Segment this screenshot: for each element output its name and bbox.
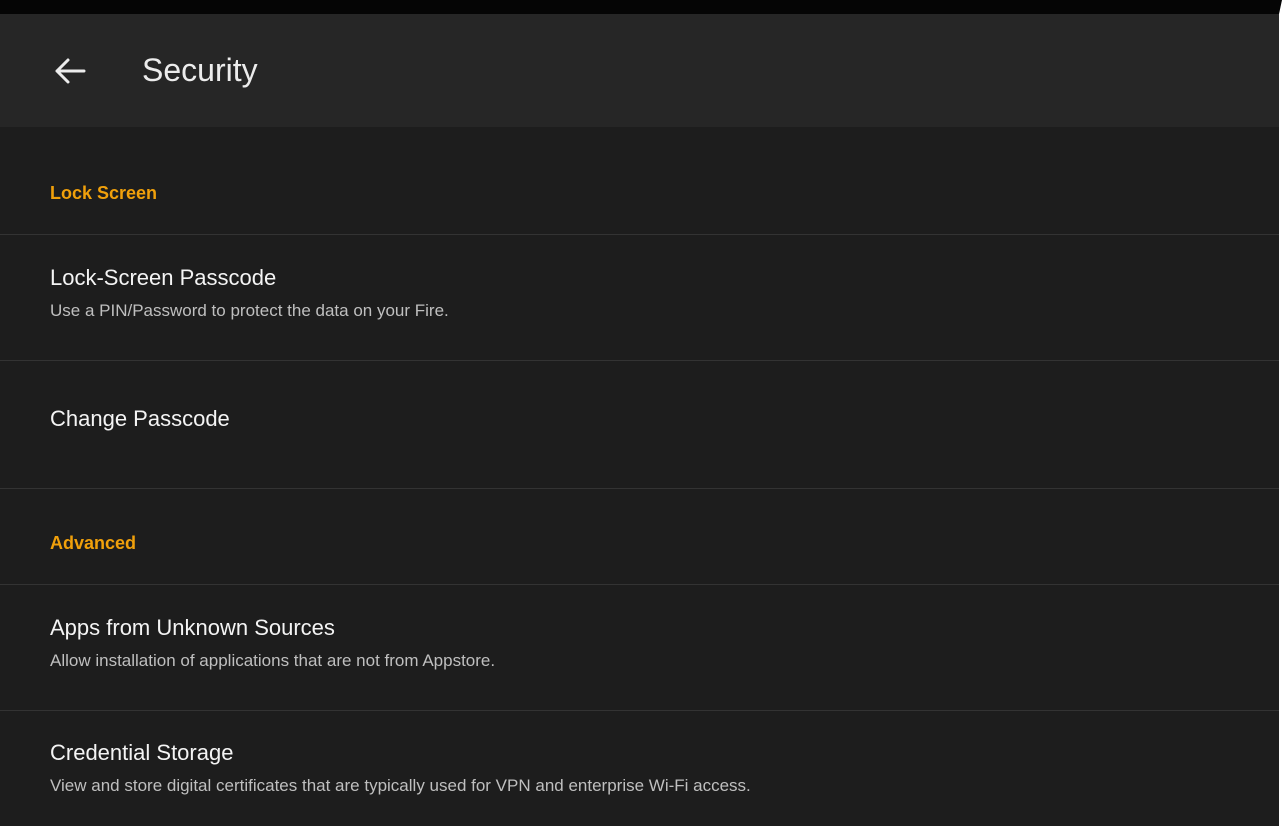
settings-list: Lock Screen Lock-Screen Passcode Use a P… [0,127,1279,826]
section-header-lock-screen: Lock Screen [0,127,1279,235]
page-title: Security [142,52,258,88]
apps-from-unknown-sources-item[interactable]: Apps from Unknown Sources Allow installa… [0,585,1279,711]
item-title: Credential Storage [50,740,234,765]
change-passcode-item[interactable]: Change Passcode [0,361,1279,489]
lock-screen-passcode-item[interactable]: Lock-Screen Passcode Use a PIN/Password … [0,235,1279,361]
section-header-advanced: Advanced [0,489,1279,585]
item-subtitle: View and store digital certificates that… [50,776,751,795]
back-button[interactable] [50,51,90,91]
item-title: Lock-Screen Passcode [50,265,277,290]
item-subtitle: Allow installation of applications that … [50,651,496,670]
app-bar: Security [0,14,1279,127]
item-subtitle: Use a PIN/Password to protect the data o… [50,301,449,320]
back-arrow-icon [55,58,86,83]
item-title: Change Passcode [50,406,230,431]
credential-storage-item[interactable]: Credential Storage View and store digita… [0,711,1279,826]
security-settings-screen: Security Lock Screen Lock-Screen Passcod… [0,0,1282,826]
item-title: Apps from Unknown Sources [50,615,335,640]
